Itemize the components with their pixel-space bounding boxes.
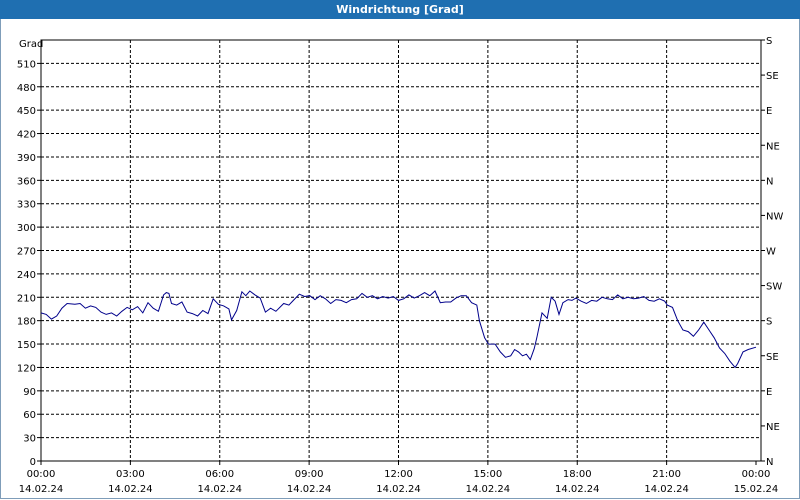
x-tick-date: 14.02.24 — [644, 484, 689, 495]
compass-tick-label: W — [766, 247, 776, 258]
x-tick-time: 18:00 — [563, 469, 592, 480]
y-tick-label: 30 — [23, 434, 36, 445]
y-tick-label: 120 — [17, 363, 36, 374]
compass-tick-label: S — [766, 317, 772, 328]
x-tick-time: 06:00 — [205, 469, 234, 480]
x-tick-date: 14.02.24 — [376, 484, 421, 495]
x-tick-date: 14.02.24 — [466, 484, 511, 495]
y-tick-label: 180 — [17, 317, 36, 328]
y-tick-label: 480 — [17, 83, 36, 94]
y-tick-label: 90 — [23, 387, 36, 398]
y-tick-label: 240 — [17, 270, 36, 281]
y-tick-label: 330 — [17, 200, 36, 211]
y-tick-label: 210 — [17, 293, 36, 304]
compass-tick-label: SE — [766, 71, 779, 82]
y-tick-label: 450 — [17, 106, 36, 117]
y-tick-label: 390 — [17, 153, 36, 164]
x-tick-time: 12:00 — [384, 469, 413, 480]
x-tick-date: 15.02.24 — [734, 484, 779, 495]
y-axis-label: Grad — [19, 39, 43, 50]
compass-tick-label: N — [766, 457, 773, 468]
x-tick-time: 21:00 — [652, 469, 681, 480]
wind-direction-chart: 0 30 60 90 120 150 180 210 240 270 300 330 360 390 420… — [17, 36, 784, 495]
compass-tick-label: S — [766, 36, 772, 47]
y-tick-label: 0 — [30, 457, 36, 468]
x-tick-date: 14.02.24 — [19, 484, 64, 495]
y-tick-label: 60 — [23, 410, 36, 421]
x-tick-time: 00:00 — [742, 469, 771, 480]
y-tick-label: 270 — [17, 247, 36, 258]
compass-tick-label: NE — [766, 141, 780, 152]
compass-tick-label: N — [766, 176, 773, 187]
x-tick-time: 00:00 — [27, 469, 56, 480]
x-tick-time: 15:00 — [473, 469, 502, 480]
y-tick-label: 150 — [17, 340, 36, 351]
x-tick-date: 14.02.24 — [555, 484, 600, 495]
x-tick-date: 14.02.24 — [287, 484, 332, 495]
compass-tick-label: NW — [766, 211, 783, 222]
y-tick-label: 300 — [17, 223, 36, 234]
compass-tick-label: E — [766, 106, 772, 117]
x-tick-date: 14.02.24 — [108, 484, 153, 495]
chart-title: Windrichtung [Grad] — [0, 0, 800, 19]
chart-frame: 0 30 60 90 120 150 180 210 240 270 300 330 360 390 420… — [0, 19, 800, 499]
y-tick-label: 360 — [17, 176, 36, 187]
x-tick-time: 09:00 — [295, 469, 324, 480]
compass-tick-label: E — [766, 387, 772, 398]
compass-tick-label: SW — [766, 282, 782, 293]
compass-tick-label: NE — [766, 422, 780, 433]
y-tick-label: 510 — [17, 59, 36, 70]
y-tick-label: 420 — [17, 130, 36, 141]
x-tick-time: 03:00 — [116, 469, 145, 480]
compass-tick-label: SE — [766, 352, 779, 363]
x-tick-date: 14.02.24 — [197, 484, 242, 495]
